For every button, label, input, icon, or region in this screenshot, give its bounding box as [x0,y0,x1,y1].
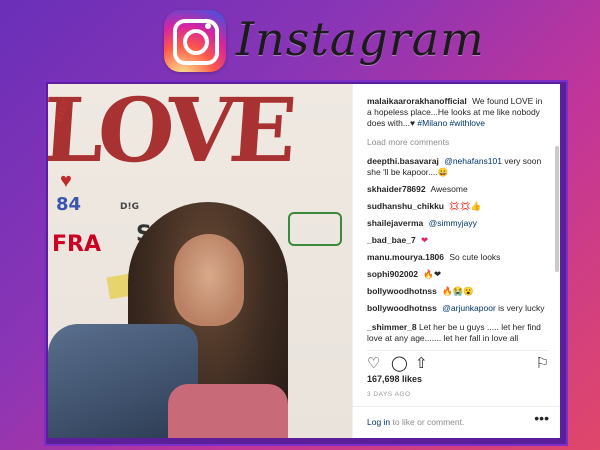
comment-text: is very lucky [498,303,545,313]
brand-header: Instagram [0,6,600,78]
photo-green-scribble [288,212,342,246]
post-date: 3 DAYS AGO [367,391,411,398]
post-photo[interactable]: LOVE KISS ♥ 84 FRA ST D!G [48,84,352,438]
instagram-camera-icon [164,10,226,72]
comment-item: skhaider78692 Awesome [367,184,547,195]
comment-mention[interactable]: @simmyjayy [429,218,477,228]
comment-username[interactable]: manu.mourya.1806 [367,252,444,262]
comment-bubble-icon[interactable]: ◯ [391,355,408,373]
comment-item: _bad_bae_7 ❤ [367,235,547,246]
post-card: LOVE KISS ♥ 84 FRA ST D!G malaikaarorakh… [48,84,560,438]
comment-item: bollywoodhotnss 🔥😭😮 [367,286,547,297]
comment-text: 🔥😭😮 [442,286,475,296]
login-rest-text: to like or comment. [392,417,465,427]
comment-username[interactable]: sudhanshu_chikku [367,201,444,211]
load-more-comments-link[interactable]: Load more comments [367,137,547,148]
caption: malaikaarorakhanofficial We found LOVE i… [367,96,547,129]
photo-fra-graffiti: FRA [52,232,101,257]
comment-item: sudhanshu_chikku 💢💢👍 [367,201,547,212]
photo-84-graffiti: 84 [56,194,82,215]
share-upload-icon[interactable]: ⇧ [415,355,428,373]
comment-text: So cute looks [449,252,501,262]
heart-icon: ♥ [60,170,72,192]
heart-like-icon[interactable]: ♡ [367,355,380,373]
comment-mention[interactable]: @nehafans101 [444,156,502,166]
comment-item: bollywoodhotnss @arjunkapoor is very luc… [367,303,547,314]
comment-text: Awesome [430,184,468,194]
comment-username[interactable]: shailejaverma [367,218,423,228]
comment-item: sophi902002 🔥❤ [367,269,547,280]
post-actions: ♡ ◯ ⇧ ⚐ [367,350,549,373]
comment-item: shailejaverma @simmyjayy [367,218,547,229]
comment-username[interactable]: deepthi.basavaraj [367,156,439,166]
pink-top [168,384,288,438]
caption-username[interactable]: malaikaarorakhanofficial [367,96,467,106]
likes-count[interactable]: 167,698 likes [367,374,422,385]
login-link[interactable]: Log in [367,417,390,427]
comment-text: ❤ [421,235,429,245]
comment-item-partial: _shimmer_8 Let her be u guys ..... let h… [367,322,547,344]
photo-dig-graffiti: D!G [120,202,139,212]
login-bar: Log in to like or comment. ••• [353,406,560,438]
bookmark-icon[interactable]: ⚐ [536,355,549,373]
comment-mention[interactable]: @arjunkapoor [442,303,496,313]
comment-username[interactable]: bollywoodhotnss [367,303,437,313]
comment-item: deepthi.basavaraj @nehafans101 very soon… [367,156,547,178]
comment-username[interactable]: skhaider78692 [367,184,426,194]
comment-username[interactable]: _shimmer_8 [367,322,417,332]
comments-panel: malaikaarorakhanofficial We found LOVE i… [352,84,560,438]
comment-username[interactable]: sophi902002 [367,269,418,279]
comment-item: manu.mourya.1806 So cute looks [367,252,547,263]
comments-scrollbar[interactable] [555,146,559,272]
more-options-icon[interactable]: ••• [534,411,549,425]
brand-wordmark: Instagram [236,12,485,66]
comment-text: 🔥❤ [423,269,442,279]
person-face [174,234,244,326]
login-prompt: Log in to like or comment. [367,417,464,428]
comment-list: malaikaarorakhanofficial We found LOVE i… [367,96,547,320]
comment-text: 💢💢👍 [449,201,482,211]
caption-hashtags[interactable]: #Milano #withlove [417,118,485,128]
comment-username[interactable]: _bad_bae_7 [367,235,416,245]
comment-username[interactable]: bollywoodhotnss [367,286,437,296]
photo-love-graffiti: LOVE [48,84,294,182]
